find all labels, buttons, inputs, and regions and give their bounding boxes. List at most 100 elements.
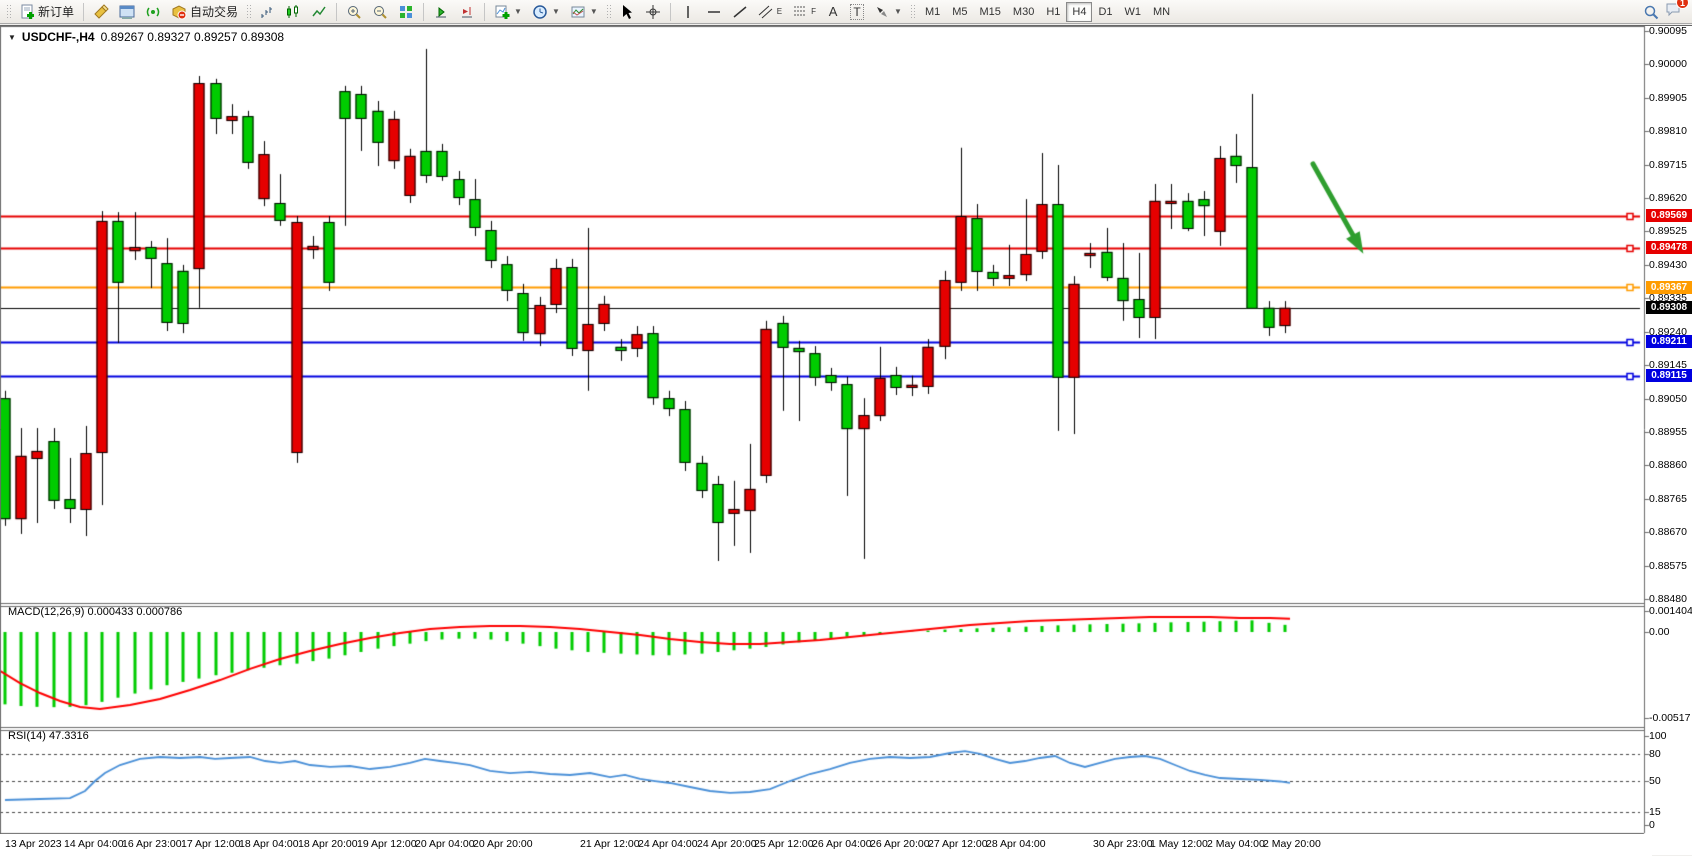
chevron-down-icon: ▼ [894,7,902,16]
chevron-down-icon: ▼ [514,7,522,16]
time-label: 26 Apr 04:00 [812,838,872,850]
channel-tool-button[interactable]: E [754,2,786,22]
horizontal-line-icon [706,4,722,20]
price-axis[interactable]: 0.900950.900000.899050.898100.897150.896… [1646,26,1692,856]
price-line-badge: 0.89367 [1646,281,1692,294]
rsi-indicator-label: RSI(14) 47.3316 [8,730,89,742]
chart-plot-area[interactable] [0,26,1652,856]
zoom-in-button[interactable] [342,2,366,22]
hline-tool-button[interactable] [702,2,726,22]
text-tool-button[interactable]: A [822,2,844,22]
time-label: 24 Apr 20:00 [697,838,757,850]
toolbar-grip[interactable] [606,4,611,20]
time-label: 25 Apr 12:00 [754,838,814,850]
line-chart-button[interactable] [307,2,331,22]
toolbar-grip[interactable] [910,4,915,20]
tf-button-W1[interactable]: W1 [1119,2,1148,22]
chisel-icon [93,4,109,20]
chart-ohlc-values: 0.89267 0.89327 0.89257 0.89308 [101,30,285,44]
auto-scroll-button[interactable] [429,2,453,22]
chart-shift-button[interactable] [455,2,479,22]
time-label: 18 Apr 04:00 [239,838,299,850]
tf-button-M1[interactable]: M1 [919,2,946,22]
crosshair-tool-button[interactable] [641,2,665,22]
rsi-scale-tick: 15 [1649,806,1661,818]
signals-button[interactable] [141,2,165,22]
time-label: 28 Apr 04:00 [986,838,1046,850]
toolbar-grip[interactable] [6,4,11,20]
macd-indicator-label: MACD(12,26,9) 0.000433 0.000786 [8,606,182,618]
new-order-icon [19,4,35,20]
new-order-label: 新订单 [38,3,74,20]
price-tick: 0.89905 [1649,92,1687,104]
chart-shift-icon [459,4,475,20]
price-line-badge: 0.89569 [1646,209,1692,222]
label-tool-button[interactable]: T [846,2,868,22]
template-icon [570,4,586,20]
price-tick: 0.89525 [1649,225,1687,237]
zoom-out-button[interactable] [368,2,392,22]
clock-icon [532,4,548,20]
indicators-icon [494,4,510,20]
fibonacci-tool-button[interactable]: F [788,2,820,22]
notification-badge: 1 [1676,0,1689,9]
tf-button-MN[interactable]: MN [1147,2,1176,22]
tile-windows-button[interactable] [394,2,418,22]
price-tick: 0.89715 [1649,159,1687,171]
price-tick: 0.88765 [1649,493,1687,505]
rsi-scale-tick: 100 [1649,730,1667,742]
bar-chart-button[interactable] [255,2,279,22]
macd-scale-tick: 0.001404 [1649,605,1692,617]
toolbar-grip[interactable] [246,4,251,20]
timeframe-group: M1M5M15M30H1H4D1W1MN [919,2,1176,22]
tf-button-H1[interactable]: H1 [1040,2,1066,22]
templates-button[interactable]: ▼ [566,2,602,22]
equidistant-channel-icon [758,4,774,20]
tf-button-M5[interactable]: M5 [946,2,973,22]
tf-button-H4[interactable]: H4 [1066,2,1092,22]
chevron-down-icon: ▼ [552,7,560,16]
auto-trading-icon [171,4,187,20]
indicators-button[interactable]: ▼ [490,2,526,22]
time-axis[interactable]: 13 Apr 202314 Apr 04:0016 Apr 23:0017 Ap… [0,834,1646,856]
arrows-tool-button[interactable]: ▼ [870,2,906,22]
search-icon[interactable] [1643,4,1659,20]
price-tick: 0.88955 [1649,426,1687,438]
time-label: 1 May 12:00 [1150,838,1208,850]
timeframes-menu-button[interactable]: ▼ [528,2,564,22]
chart-wizard-button[interactable] [89,2,113,22]
auto-trading-button[interactable]: 自动交易 [167,2,242,22]
tf-button-D1[interactable]: D1 [1092,2,1118,22]
crosshair-icon [645,4,661,20]
tf-button-M15[interactable]: M15 [974,2,1007,22]
notifications-button[interactable]: 1 [1665,1,1682,22]
time-label: 24 Apr 04:00 [638,838,698,850]
tf-button-M30[interactable]: M30 [1007,2,1040,22]
time-label: 20 Apr 04:00 [415,838,475,850]
time-label: 16 Apr 23:00 [122,838,182,850]
text-tool-label: A [829,4,838,19]
candlestick-chart-button[interactable] [281,2,305,22]
price-tick: 0.89050 [1649,393,1687,405]
fibo-tool-label: F [811,7,816,16]
price-tick: 0.89620 [1649,192,1687,204]
price-tick: 0.88480 [1649,593,1687,605]
vline-tool-button[interactable] [676,2,700,22]
fibonacci-icon [792,4,808,20]
main-toolbar: 新订单 自动交易 ▼ ▼ [0,0,1692,24]
tile-windows-icon [398,4,414,20]
trendline-tool-button[interactable] [728,2,752,22]
profile-button[interactable] [115,2,139,22]
bar-chart-icon [259,4,275,20]
arrow-objects-icon [874,4,890,20]
window-menu-icon[interactable]: ▼ [8,33,16,42]
price-line-badge: 0.89308 [1646,301,1692,314]
label-tool-label: T [850,4,863,20]
zoom-in-icon [346,4,362,20]
cursor-tool-button[interactable] [615,2,639,22]
macd-scale-tick: -0.00517 [1649,712,1690,724]
new-order-button[interactable]: 新订单 [15,2,78,22]
time-label: 27 Apr 12:00 [928,838,988,850]
zoom-out-icon [372,4,388,20]
time-label: 2 May 04:00 [1207,838,1265,850]
